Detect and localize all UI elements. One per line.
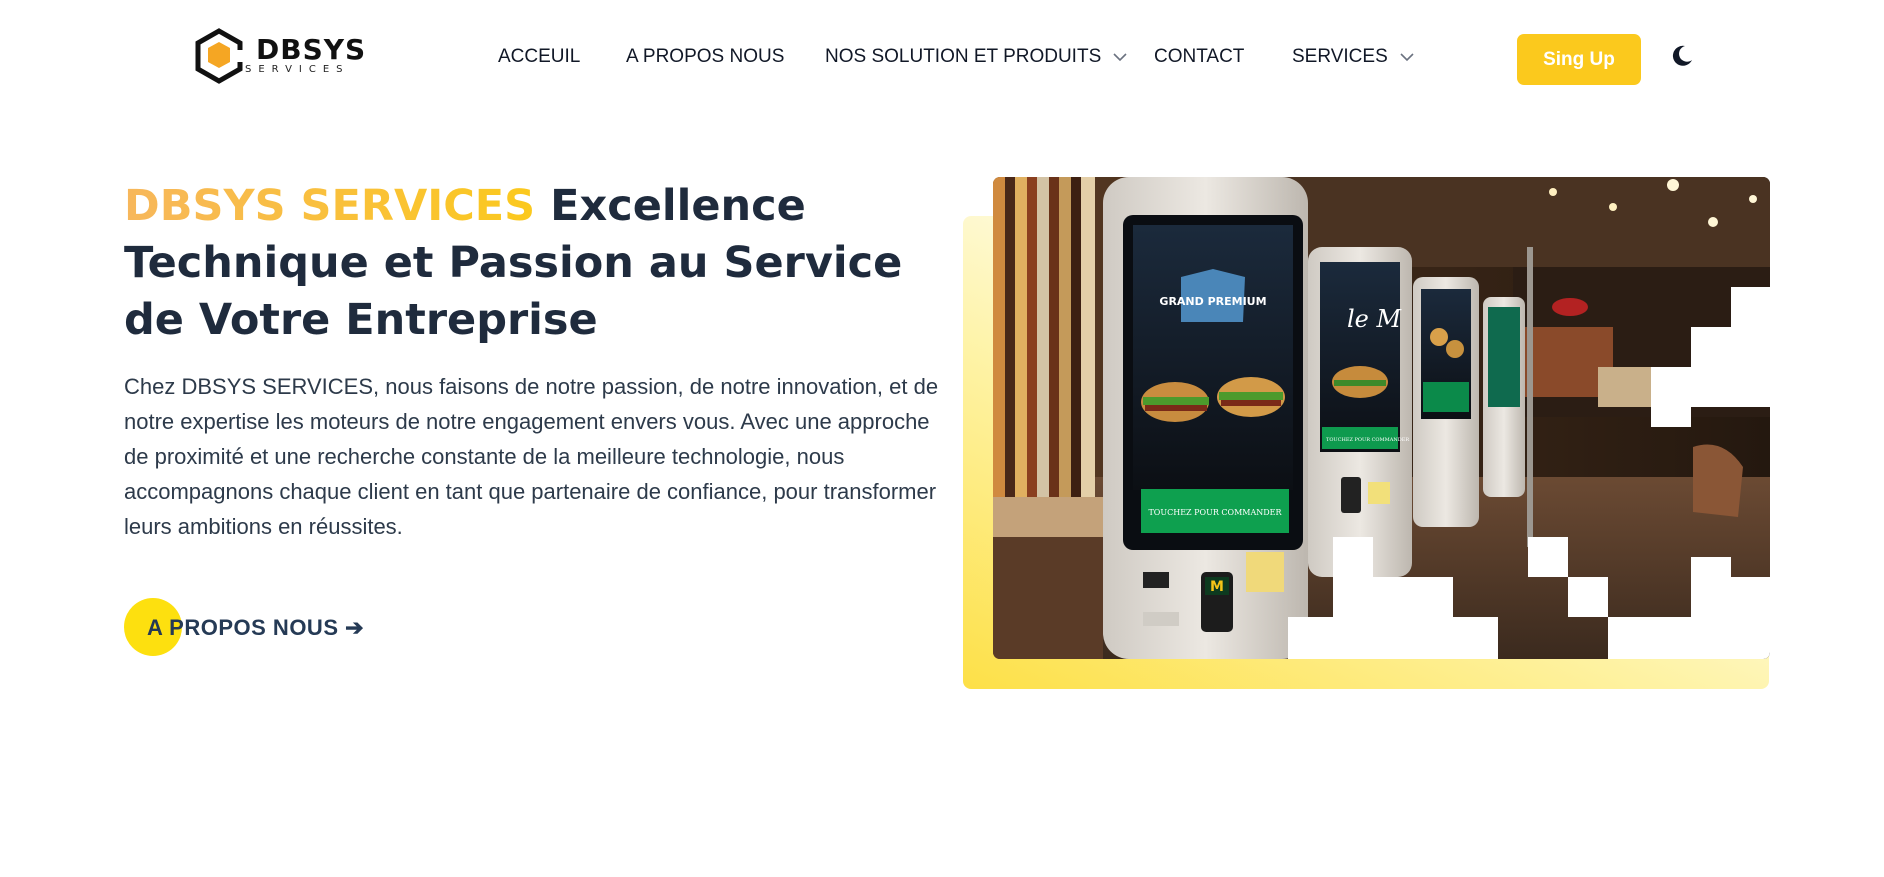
about-us-cta-button[interactable]: A PROPOS NOUS ➔ bbox=[124, 598, 424, 656]
signup-button[interactable]: Sing Up bbox=[1517, 34, 1641, 85]
nav-item-label: SERVICES bbox=[1292, 46, 1388, 67]
chevron-down-icon bbox=[1400, 53, 1414, 62]
cta-label: A PROPOS NOUS ➔ bbox=[147, 615, 365, 640]
chevron-down-icon bbox=[1113, 53, 1127, 62]
nav-item-contact[interactable]: CONTACT bbox=[1154, 44, 1244, 70]
nav-item-label: NOS SOLUTION ET PRODUITS bbox=[825, 46, 1102, 67]
kiosk-screen-footer: TOUCHEZ POUR COMMANDER bbox=[1148, 508, 1282, 517]
nav-item-solutions[interactable]: NOS SOLUTION ET PRODUITS bbox=[825, 44, 1127, 70]
nav-item-a-propos[interactable]: A PROPOS NOUS bbox=[626, 44, 784, 70]
kiosk-screen-title: le M bbox=[1347, 305, 1403, 333]
nav-item-label: ACCEUIL bbox=[498, 46, 581, 67]
nav-item-acceuil[interactable]: ACCEUIL bbox=[498, 44, 580, 70]
hero-description: Chez DBSYS SERVICES, nous faisons de not… bbox=[124, 374, 939, 539]
hero-image-kiosks: le M TOUCHEZ POUR COMMANDER GRAND PREMIU… bbox=[993, 177, 1770, 659]
hero-title: DBSYS SERVICES Excellence Technique et P… bbox=[124, 178, 924, 349]
nav-item-label: A PROPOS NOUS bbox=[626, 46, 785, 67]
nav-item-label: CONTACT bbox=[1154, 46, 1245, 67]
kiosk-screen-footer: TOUCHEZ POUR COMMANDER bbox=[1326, 437, 1409, 443]
svg-text:M: M bbox=[1210, 579, 1224, 595]
kiosk-screen-badge: GRAND PREMIUM bbox=[1159, 295, 1266, 308]
hero-title-accent: DBSYS SERVICES bbox=[124, 181, 536, 231]
site-header: DBSYS SERVICES ACCEUIL A PROPOS NOUS NOS… bbox=[0, 0, 1884, 115]
nav-item-services[interactable]: SERVICES bbox=[1292, 44, 1414, 70]
moon-icon[interactable] bbox=[1669, 43, 1695, 69]
